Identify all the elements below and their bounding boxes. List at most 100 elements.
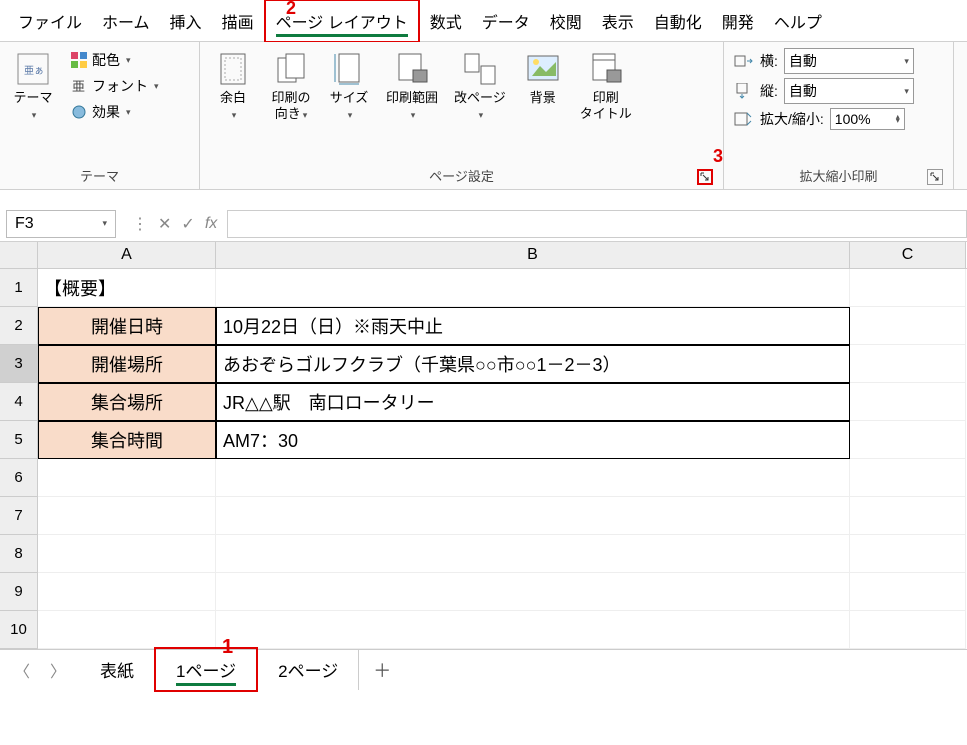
width-dropdown[interactable]: 自動▾ (784, 48, 914, 74)
cell[interactable] (850, 611, 966, 649)
size-button[interactable]: サイズ▾ (324, 48, 374, 123)
cell[interactable] (38, 573, 216, 611)
menu-draw[interactable]: 描画 (212, 1, 264, 41)
formula-bar: F3▾ ⋮ ✕ ✓ fx (0, 206, 967, 242)
cell[interactable] (216, 573, 850, 611)
cell[interactable] (216, 269, 850, 307)
scale-dialog-launcher[interactable] (927, 169, 943, 185)
margins-button[interactable]: 余白▾ (208, 48, 258, 123)
cell[interactable]: JR△△駅 南口ロータリー (216, 383, 850, 421)
sheet-tab-cover[interactable]: 表紙 (80, 649, 154, 690)
fonts-icon: 亜 (70, 77, 88, 95)
formula-input[interactable] (227, 210, 967, 238)
col-header-B[interactable]: B (216, 242, 850, 268)
cell[interactable] (38, 459, 216, 497)
grid-row: 2開催日時10月22日（日）※雨天中止 (0, 307, 967, 345)
cell[interactable] (850, 535, 966, 573)
row-header[interactable]: 3 (0, 345, 38, 383)
colors-button[interactable]: 配色▾ (66, 48, 163, 72)
grid-row: 6 (0, 459, 967, 497)
cell[interactable] (850, 345, 966, 383)
grid-row: 10 (0, 611, 967, 649)
sheet-tabs: 1 〈 〉 表紙 1ページ 2ページ ＋ (0, 649, 967, 689)
background-button[interactable]: 背景 (518, 48, 568, 108)
row-header[interactable]: 7 (0, 497, 38, 535)
cell[interactable]: 開催場所 (38, 345, 216, 383)
vdots-icon[interactable]: ⋮ (132, 214, 148, 234)
colors-icon (70, 51, 88, 69)
menu-automate[interactable]: 自動化 (644, 1, 712, 41)
grid-row: 4集合場所JR△△駅 南口ロータリー (0, 383, 967, 421)
row-header[interactable]: 9 (0, 573, 38, 611)
cell[interactable] (38, 497, 216, 535)
print-area-button[interactable]: 印刷範囲▾ (382, 48, 442, 123)
menu-insert[interactable]: 挿入 (160, 1, 212, 41)
cell[interactable]: 10月22日（日）※雨天中止 (216, 307, 850, 345)
col-header-C[interactable]: C (850, 242, 966, 268)
effects-button[interactable]: 効果▾ (66, 100, 163, 124)
group-label-page-setup: ページ設定 (208, 164, 715, 187)
cell[interactable] (850, 269, 966, 307)
fx-icon[interactable]: fx (205, 215, 217, 233)
cancel-icon[interactable]: ✕ (158, 214, 171, 234)
menu-view[interactable]: 表示 (592, 1, 644, 41)
cell[interactable] (38, 611, 216, 649)
cell[interactable] (216, 535, 850, 573)
launcher-icon (700, 172, 710, 182)
themes-button[interactable]: 亜ぁ テーマ▾ (8, 48, 58, 123)
menu-bar: 2 ファイル ホーム 挿入 描画 ページ レイアウト 数式 データ 校閲 表示 … (0, 0, 967, 42)
cell[interactable] (850, 497, 966, 535)
tab-prev-icon[interactable]: 〈 (14, 658, 30, 682)
confirm-icon[interactable]: ✓ (181, 214, 194, 234)
menu-help[interactable]: ヘルプ (764, 1, 832, 41)
group-label-theme: テーマ (8, 164, 191, 187)
size-icon (329, 50, 369, 88)
cell[interactable] (850, 383, 966, 421)
cell[interactable]: AM7：30 (216, 421, 850, 459)
menu-developer[interactable]: 開発 (712, 1, 764, 41)
fonts-button[interactable]: 亜 フォント▾ (66, 74, 163, 98)
row-header[interactable]: 4 (0, 383, 38, 421)
scale-spinbox[interactable]: 100%▴▾ (830, 108, 905, 130)
cell[interactable]: 開催日時 (38, 307, 216, 345)
cell[interactable] (850, 573, 966, 611)
cell[interactable] (850, 307, 966, 345)
height-dropdown[interactable]: 自動▾ (784, 78, 914, 104)
menu-home[interactable]: ホーム (92, 1, 160, 41)
cell[interactable] (216, 611, 850, 649)
print-titles-button[interactable]: 印刷 タイトル (576, 48, 636, 123)
row-header[interactable]: 5 (0, 421, 38, 459)
cell[interactable]: あおぞらゴルフクラブ（千葉県○○市○○1－2－3） (216, 345, 850, 383)
row-header[interactable]: 8 (0, 535, 38, 573)
col-header-A[interactable]: A (38, 242, 216, 268)
sheet-tab-page2[interactable]: 2ページ (258, 649, 359, 690)
cell[interactable] (216, 497, 850, 535)
orientation-button[interactable]: 印刷の 向き▾ (266, 48, 316, 123)
tab-next-icon[interactable]: 〉 (50, 658, 66, 682)
print-titles-icon (586, 50, 626, 88)
cell[interactable]: 集合場所 (38, 383, 216, 421)
menu-review[interactable]: 校閲 (540, 1, 592, 41)
menu-data[interactable]: データ (472, 1, 540, 41)
cell[interactable]: 【概要】 (38, 269, 216, 307)
cell[interactable]: 集合時間 (38, 421, 216, 459)
cell[interactable] (216, 459, 850, 497)
cell[interactable] (850, 421, 966, 459)
breaks-button[interactable]: 改ページ▾ (450, 48, 510, 123)
row-header[interactable]: 6 (0, 459, 38, 497)
menu-formulas[interactable]: 数式 (420, 1, 472, 41)
add-sheet-button[interactable]: ＋ (359, 649, 405, 691)
width-label: 横: (760, 51, 778, 71)
row-header[interactable]: 10 (0, 611, 38, 649)
cell[interactable] (38, 535, 216, 573)
grid-row: 3開催場所あおぞらゴルフクラブ（千葉県○○市○○1－2－3） (0, 345, 967, 383)
name-box[interactable]: F3▾ (6, 210, 116, 238)
menu-file[interactable]: ファイル (8, 1, 92, 41)
sheet-tab-page1[interactable]: 1ページ (154, 647, 258, 692)
scale-label: 拡大/縮小: (760, 109, 824, 129)
select-all-corner[interactable] (0, 242, 38, 268)
page-setup-dialog-launcher[interactable] (697, 169, 713, 185)
cell[interactable] (850, 459, 966, 497)
row-header[interactable]: 1 (0, 269, 38, 307)
row-header[interactable]: 2 (0, 307, 38, 345)
